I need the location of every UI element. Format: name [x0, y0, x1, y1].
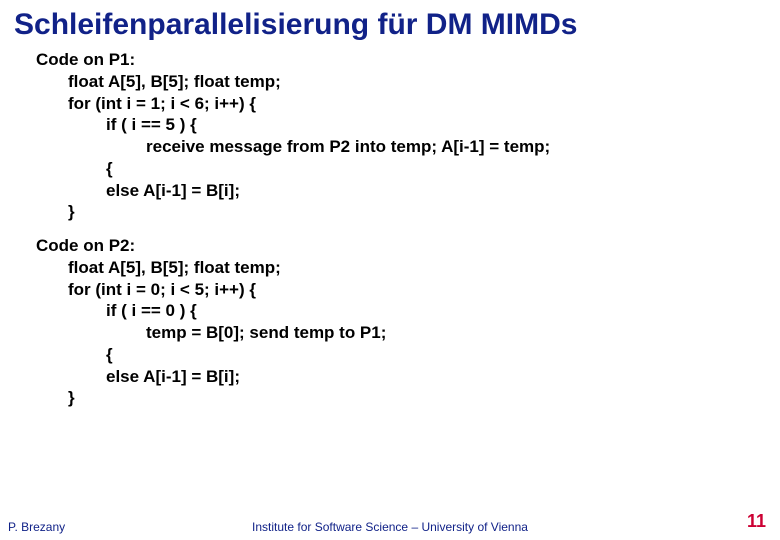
- p1-line-decl: float A[5], B[5]; float temp;: [36, 71, 780, 93]
- p2-line-brace: {: [36, 344, 780, 366]
- page-number: 11: [747, 511, 766, 532]
- p2-line-for: for (int i = 0; i < 5; i++) {: [36, 279, 780, 301]
- p1-line-if: if ( i == 5 ) {: [36, 114, 780, 136]
- p2-line-end: }: [36, 387, 780, 409]
- p1-line-else: else A[i-1] = B[i];: [36, 180, 780, 202]
- footer-author: P. Brezany: [8, 520, 65, 534]
- p2-line-if: if ( i == 0 ) {: [36, 300, 780, 322]
- p2-line-send: temp = B[0]; send temp to P1;: [36, 322, 780, 344]
- slide-title: Schleifenparallelisierung für DM MIMDs: [0, 0, 780, 43]
- footer-institute: Institute for Software Science – Univers…: [0, 520, 780, 534]
- p1-line-end: }: [36, 201, 780, 223]
- footer: P. Brezany Institute for Software Scienc…: [0, 520, 780, 534]
- slide-body: Code on P1: float A[5], B[5]; float temp…: [0, 43, 780, 409]
- p2-header: Code on P2:: [36, 235, 780, 257]
- p1-line-brace: {: [36, 158, 780, 180]
- p1-line-for: for (int i = 1; i < 6; i++) {: [36, 93, 780, 115]
- p1-line-recv: receive message from P2 into temp; A[i-1…: [36, 136, 780, 158]
- p2-line-decl: float A[5], B[5]; float temp;: [36, 257, 780, 279]
- p1-header: Code on P1:: [36, 49, 780, 71]
- p2-line-else: else A[i-1] = B[i];: [36, 366, 780, 388]
